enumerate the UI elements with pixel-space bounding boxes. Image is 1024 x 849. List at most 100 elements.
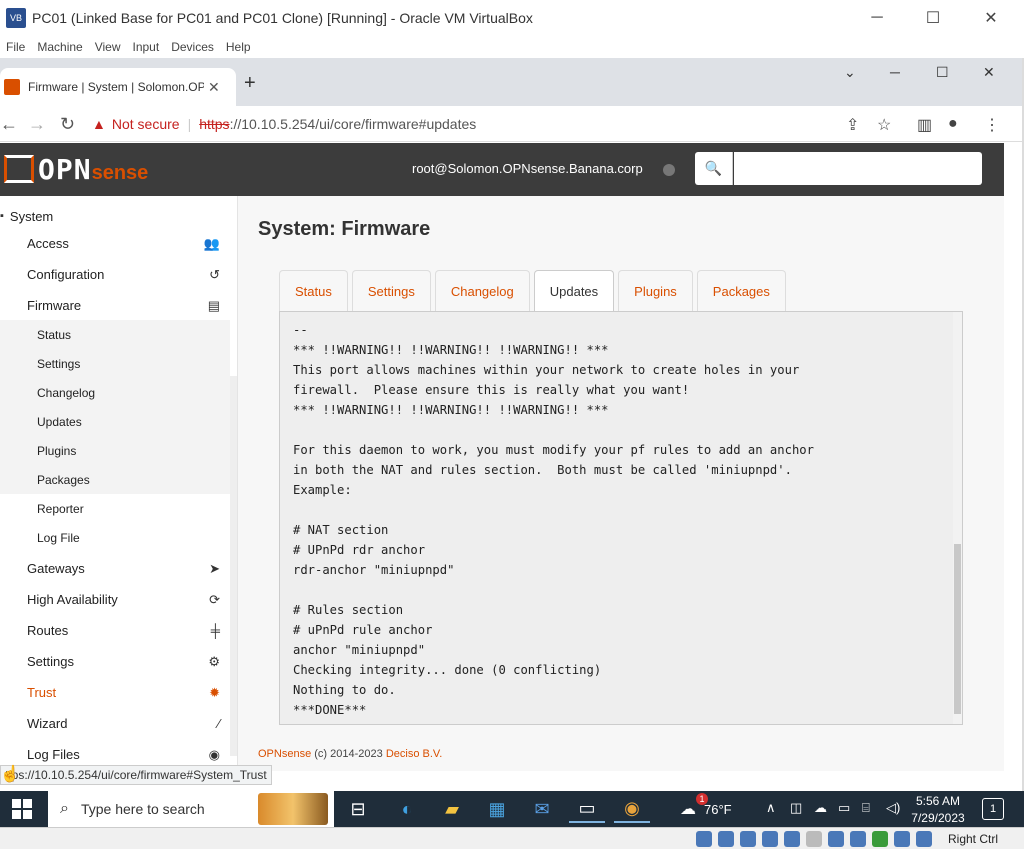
taskbar-search-placeholder: Type here to search — [80, 801, 205, 817]
maximize-button[interactable]: ☐ — [910, 0, 956, 36]
address-bar[interactable]: ▲ Not secure | https://10.10.5.254/ui/co… — [88, 110, 908, 138]
menu-machine[interactable]: Machine — [37, 40, 82, 54]
audio-icon[interactable] — [740, 831, 756, 847]
share-icon[interactable]: ⇪ — [846, 115, 859, 135]
sidebar-scrollbar[interactable] — [230, 376, 237, 756]
browser-tab[interactable]: Firmware | System | Solomon.OPNsense.Ban… — [0, 68, 236, 106]
network-adapter-icon[interactable] — [762, 831, 778, 847]
sidebar-sub-settings[interactable]: Settings — [0, 349, 230, 378]
keyboard-icon[interactable] — [916, 831, 932, 847]
forward-icon[interactable]: → — [28, 114, 46, 135]
sidebar-item-gateways[interactable]: Gateways ➤ — [0, 553, 230, 584]
sidebar-item-wizard[interactable]: Wizard ⁄ — [0, 708, 230, 739]
taskbar-search-box[interactable]: ⌕ Type here to search — [48, 791, 334, 827]
tab-close-icon[interactable]: ✕ — [208, 79, 220, 96]
opnsense-header: OPN sense root@Solomon.OPNsense.Banana.c… — [0, 143, 1004, 196]
shared-folders-icon[interactable] — [806, 831, 822, 847]
log-scrollbar-thumb[interactable] — [954, 544, 961, 714]
sidebar-item-firmware[interactable]: Firmware ▤ — [0, 290, 230, 321]
menu-devices[interactable]: Devices — [171, 40, 214, 54]
sidebar-sub-plugins[interactable]: Plugins — [0, 436, 230, 465]
taskbar-clock[interactable]: 5:56 AM 7/29/2023 — [908, 791, 968, 827]
menu-help[interactable]: Help — [226, 40, 251, 54]
main-content: System: Firmware Status Settings Changel… — [238, 196, 1004, 771]
tab-updates[interactable]: Updates — [533, 270, 615, 312]
new-tab-button[interactable]: + — [244, 72, 256, 95]
back-icon[interactable]: ← — [0, 114, 18, 135]
hdd-icon[interactable] — [696, 831, 712, 847]
mail-icon[interactable]: ✉ — [524, 795, 560, 823]
sidebar-sub-status[interactable]: Status — [0, 320, 230, 349]
close-button[interactable]: ✕ — [968, 0, 1014, 36]
profile-icon[interactable]: ● — [948, 115, 958, 133]
cogs-icon: ⚙ — [208, 653, 220, 669]
browser-close-icon[interactable]: ✕ — [983, 64, 995, 81]
task-view-icon[interactable]: ⊟ — [340, 795, 376, 823]
menu-view[interactable]: View — [95, 40, 121, 54]
sidebar-item-configuration[interactable]: Configuration ↺ — [0, 259, 230, 290]
search-icon[interactable]: 🔍 — [695, 152, 733, 185]
tab-status[interactable]: Status — [279, 270, 348, 312]
user-label[interactable]: root@Solomon.OPNsense.Banana.corp — [412, 161, 643, 176]
bookmark-star-icon[interactable]: ☆ — [877, 115, 891, 135]
menu-input[interactable]: Input — [133, 40, 160, 54]
sidebar-item-routes[interactable]: Routes ╪ — [0, 615, 230, 646]
menu-file[interactable]: File — [6, 40, 25, 54]
update-log-output[interactable]: -- *** !!WARNING!! !!WARNING!! !!WARNING… — [279, 311, 963, 725]
notification-center-icon[interactable]: 1 — [982, 798, 1004, 820]
network-icon[interactable]: ⌸ — [862, 800, 870, 816]
file-explorer-icon[interactable]: ▰ — [434, 795, 470, 823]
browser-minimize-icon[interactable]: ─ — [890, 64, 900, 80]
tab-settings[interactable]: Settings — [351, 270, 431, 312]
volume-icon[interactable]: ◁) — [886, 800, 900, 816]
start-button[interactable] — [12, 799, 32, 819]
mouse-integration-icon[interactable] — [894, 831, 910, 847]
status-indicator[interactable] — [663, 164, 675, 176]
optical-drive-icon[interactable] — [718, 831, 734, 847]
tab-changelog[interactable]: Changelog — [434, 270, 530, 312]
sidebar-sub-changelog[interactable]: Changelog — [0, 378, 230, 407]
sidebar-item-access[interactable]: Access 👥 — [0, 228, 230, 259]
search-input[interactable] — [734, 152, 982, 185]
browser-maximize-icon[interactable]: ☐ — [936, 64, 949, 81]
battery-icon[interactable]: ▭ — [838, 800, 850, 816]
sidebar-item-settings[interactable]: Settings ⚙ — [0, 646, 230, 677]
side-panel-icon[interactable]: ▥ — [917, 115, 932, 135]
sidebar-sub-packages[interactable]: Packages — [0, 465, 230, 494]
onedrive-icon[interactable]: ☁ — [814, 800, 827, 816]
sidebar-item-high-availability[interactable]: High Availability ⟳ — [0, 584, 230, 615]
chrome-icon[interactable]: ◉ — [614, 795, 650, 823]
weather-widget[interactable]: ☁ 1 76°F — [680, 793, 732, 819]
reload-icon[interactable]: ↻ — [60, 114, 75, 135]
minimize-button[interactable]: ─ — [854, 0, 900, 36]
sidebar-sub-reporter[interactable]: Reporter — [0, 494, 230, 523]
terminal-icon[interactable]: ▭ — [569, 795, 605, 823]
logo-sense-text: sense — [91, 161, 149, 184]
usb-icon[interactable] — [784, 831, 800, 847]
tab-packages[interactable]: Packages — [696, 270, 786, 312]
not-secure-label[interactable]: Not secure — [112, 116, 180, 132]
show-hidden-icons-icon[interactable]: ∧ — [766, 800, 776, 816]
recording-icon[interactable] — [850, 831, 866, 847]
browser-menu-icon[interactable]: ⋮ — [984, 115, 1000, 135]
store-icon[interactable]: ▦ — [479, 795, 515, 823]
meet-now-icon[interactable]: ◫ — [790, 800, 802, 816]
display-icon[interactable] — [828, 831, 844, 847]
edge-icon[interactable]: ◐ — [389, 795, 425, 823]
opnsense-logo[interactable]: OPN sense — [4, 153, 149, 186]
vbox-title-bar: VB PC01 (Linked Base for PC01 and PC01 C… — [0, 0, 1024, 36]
sidebar-sub-updates[interactable]: Updates — [0, 407, 230, 436]
document-icon: ▤ — [207, 297, 220, 313]
sidebar-sub-log-file[interactable]: Log File — [0, 523, 230, 552]
footer-brand-link[interactable]: OPNsense — [258, 748, 311, 760]
tab-plugins[interactable]: Plugins — [618, 270, 693, 312]
location-arrow-icon: ➤ — [209, 560, 220, 576]
log-scrollbar[interactable] — [953, 312, 962, 724]
refresh-icon: ⟳ — [209, 591, 220, 607]
sidebar-section-system[interactable]: ▪ System — [0, 204, 230, 228]
cpu-icon[interactable] — [872, 831, 888, 847]
sidebar-item-trust[interactable]: Trust ✹ — [0, 677, 230, 708]
tab-search-icon[interactable]: ⌄ — [844, 64, 856, 81]
footer-company-link[interactable]: Deciso B.V. — [386, 748, 442, 760]
sidebar-item-label: Configuration — [27, 267, 105, 282]
